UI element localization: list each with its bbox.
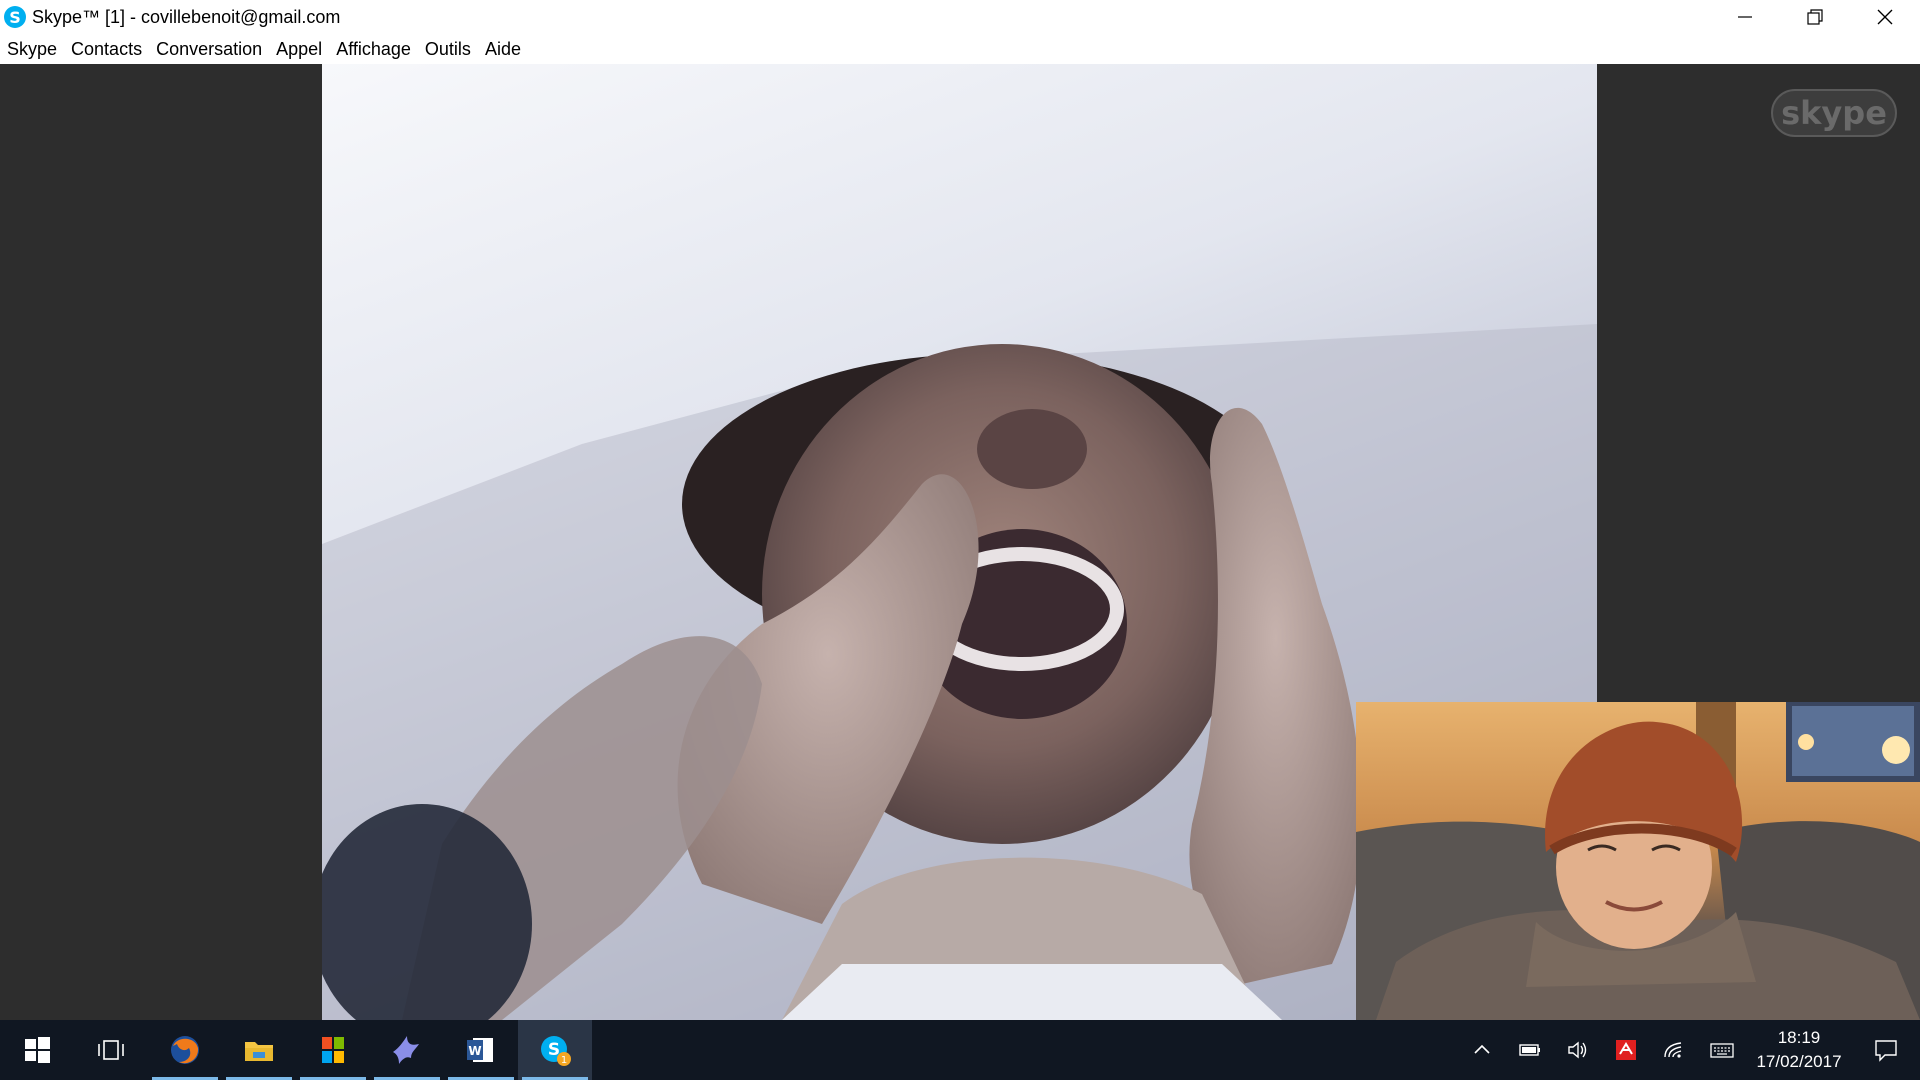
volume-button[interactable] (1554, 1020, 1602, 1080)
minimize-button[interactable] (1710, 0, 1780, 34)
minimize-icon (1738, 16, 1752, 18)
menu-aide[interactable]: Aide (485, 39, 521, 60)
task-view-icon (98, 1040, 124, 1060)
svg-text:skype: skype (1781, 94, 1887, 132)
taskbar-skype[interactable]: S 1 (518, 1020, 592, 1080)
volume-icon (1568, 1041, 1587, 1059)
file-explorer-icon (245, 1042, 273, 1061)
wifi-icon (1664, 1042, 1682, 1058)
chevron-up-icon (1474, 1044, 1490, 1054)
menu-appel[interactable]: Appel (276, 39, 322, 60)
keyboard-icon (1710, 1043, 1734, 1058)
skype-taskbar-icon: S 1 (541, 1036, 571, 1066)
action-center-button[interactable] (1852, 1020, 1920, 1080)
menu-skype[interactable]: Skype (7, 39, 57, 60)
word-icon: W (467, 1038, 493, 1062)
clock-date: 17/02/2017 (1756, 1052, 1842, 1071)
battery-icon (1519, 1044, 1540, 1056)
menu-affichage[interactable]: Affichage (336, 39, 411, 60)
svg-text:W: W (468, 1044, 481, 1058)
menu-outils[interactable]: Outils (425, 39, 471, 60)
title-bar: S Skype™ [1] - covillebenoit@gmail.com (0, 0, 1920, 34)
restore-icon (1807, 9, 1823, 25)
show-hidden-icons-button[interactable] (1458, 1020, 1506, 1080)
call-area: skype (0, 64, 1920, 1020)
start-button[interactable] (0, 1020, 74, 1080)
window-title: Skype™ [1] - covillebenoit@gmail.com (32, 6, 341, 27)
taskbar-store[interactable] (296, 1020, 370, 1080)
system-tray: 18:19 17/02/2017 (1458, 1020, 1920, 1080)
taskbar-bird-app[interactable] (370, 1020, 444, 1080)
taskbar-clock[interactable]: 18:19 17/02/2017 (1746, 1020, 1852, 1080)
menu-contacts[interactable]: Contacts (71, 39, 142, 60)
task-view-button[interactable] (74, 1020, 148, 1080)
clock-time: 18:19 (1777, 1028, 1821, 1047)
self-video-preview[interactable] (1356, 702, 1920, 1020)
taskbar-word[interactable]: W (444, 1020, 518, 1080)
skype-icon: S (4, 6, 26, 28)
touch-keyboard-button[interactable] (1698, 1020, 1746, 1080)
firefox-icon (171, 1036, 199, 1064)
close-icon (1877, 9, 1893, 25)
close-button[interactable] (1850, 0, 1920, 34)
skype-window: S Skype™ [1] - covillebenoit@gmail.com S… (0, 0, 1920, 1080)
windows-start-icon (25, 1037, 50, 1063)
menu-conversation[interactable]: Conversation (156, 39, 262, 60)
self-video-image (1356, 702, 1920, 1020)
restore-button[interactable] (1780, 0, 1850, 34)
windows-taskbar: W S 1 18:19 17/02/2017 (0, 1020, 1920, 1080)
notification-icon (1875, 1040, 1897, 1062)
antivirus-icon (1616, 1040, 1636, 1060)
battery-button[interactable] (1506, 1020, 1554, 1080)
window-controls (1710, 0, 1920, 34)
taskbar-firefox[interactable] (148, 1020, 222, 1080)
bird-app-icon (393, 1036, 419, 1064)
taskbar-file-explorer[interactable] (222, 1020, 296, 1080)
wifi-button[interactable] (1650, 1020, 1698, 1080)
antivirus-button[interactable] (1602, 1020, 1650, 1080)
svg-text:1: 1 (561, 1055, 567, 1066)
menu-bar: Skype Contacts Conversation Appel Affich… (0, 34, 1920, 64)
windows-store-icon (322, 1037, 344, 1063)
skype-watermark-logo: skype (1771, 89, 1897, 137)
